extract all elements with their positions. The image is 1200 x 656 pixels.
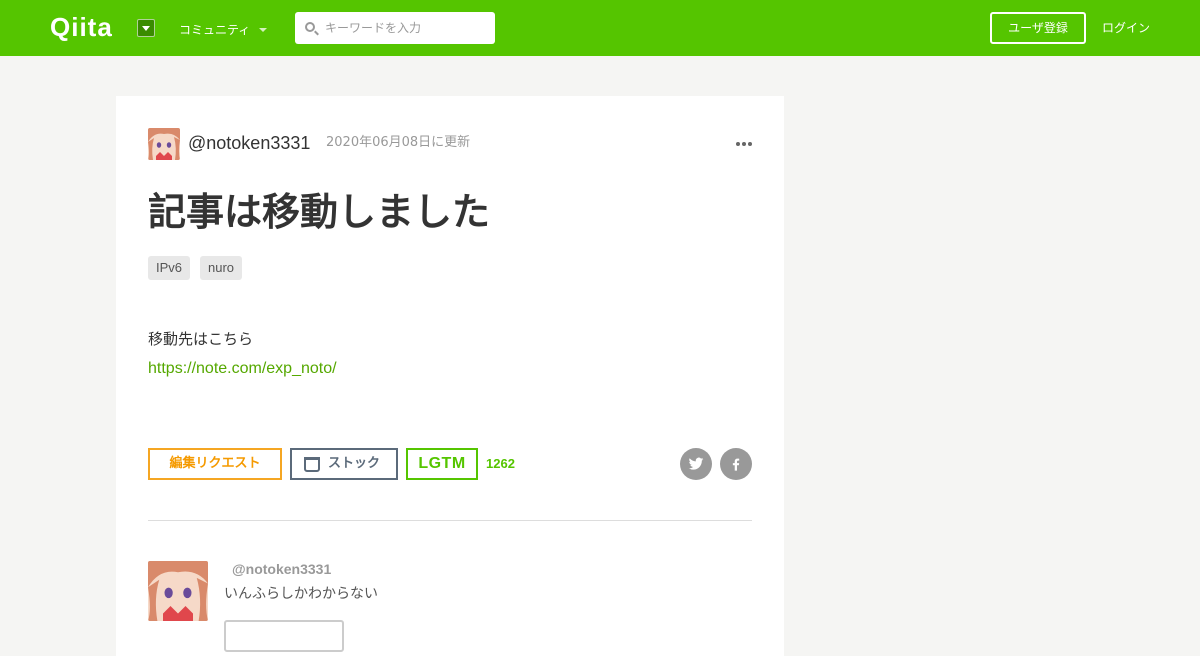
profile-author-link[interactable]: @notoken3331 xyxy=(232,560,331,578)
lgtm-button[interactable]: LGTM xyxy=(406,448,478,480)
facebook-share-button[interactable] xyxy=(720,448,752,480)
twitter-icon xyxy=(688,457,704,470)
service-switcher-chevron-icon[interactable] xyxy=(137,19,155,37)
stock-label: ストック xyxy=(328,456,381,471)
qiita-logo[interactable]: Qiita xyxy=(50,12,113,42)
stock-icon xyxy=(304,457,320,472)
edit-request-button[interactable]: 編集リクエスト xyxy=(148,448,282,480)
more-options-icon[interactable] xyxy=(736,142,752,146)
twitter-share-button[interactable] xyxy=(680,448,712,480)
signup-button[interactable]: ユーザ登録 xyxy=(990,12,1086,44)
search-box[interactable] xyxy=(295,12,495,44)
search-input[interactable] xyxy=(325,12,490,44)
community-menu[interactable]: コミュニティ xyxy=(179,22,250,38)
facebook-icon xyxy=(732,458,740,471)
avatar[interactable] xyxy=(148,128,180,160)
stock-button[interactable]: ストック xyxy=(290,448,398,480)
follow-button[interactable] xyxy=(224,620,344,652)
login-link[interactable]: ログイン xyxy=(1102,20,1150,36)
profile-bio: いんふらしかわからない xyxy=(224,586,378,602)
article-title: 記事は移動しました xyxy=(148,190,491,234)
lgtm-count[interactable]: 1262 xyxy=(486,454,515,474)
search-icon xyxy=(305,22,315,32)
article-body-link[interactable]: https://note.com/exp_noto/ xyxy=(148,358,337,380)
divider xyxy=(148,520,752,521)
avatar-large[interactable] xyxy=(148,561,208,621)
author-link[interactable]: @notoken3331 xyxy=(188,132,310,154)
article-card: @notoken3331 2020年06月08日に更新 記事は移動しました IP… xyxy=(116,96,784,656)
article-body-text: 移動先はこちら xyxy=(148,330,254,348)
tag-ipv6[interactable]: IPv6 xyxy=(148,256,191,280)
chevron-down-icon xyxy=(259,28,267,32)
tag-nuro[interactable]: nuro xyxy=(200,256,243,280)
top-navbar: Qiita コミュニティ ユーザ登録 ログイン xyxy=(0,0,1200,56)
updated-date: 2020年06月08日に更新 xyxy=(326,135,471,150)
